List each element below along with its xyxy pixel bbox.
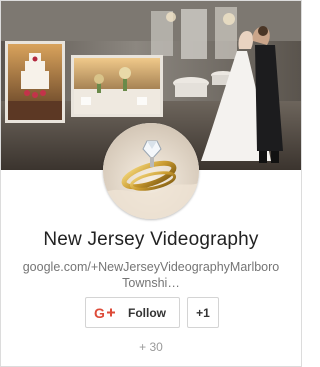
google-plus-profile-badge: New Jersey Videography google.com/+NewJe…	[0, 0, 302, 367]
profile-avatar[interactable]	[103, 123, 199, 219]
profile-url-link[interactable]: google.com/+NewJerseyVideographyMarlboro…	[19, 259, 283, 291]
svg-text:G: G	[94, 305, 105, 321]
follow-button[interactable]: G Follow	[85, 297, 180, 328]
plus-one-button[interactable]: +1	[187, 297, 219, 328]
google-plus-icon: G	[94, 305, 116, 321]
ring-photo-image	[103, 123, 199, 219]
plus-one-label: +1	[196, 306, 210, 320]
follower-count: + 30	[139, 340, 163, 354]
follow-label: Follow	[128, 306, 166, 320]
profile-name[interactable]: New Jersey Videography	[1, 229, 301, 251]
